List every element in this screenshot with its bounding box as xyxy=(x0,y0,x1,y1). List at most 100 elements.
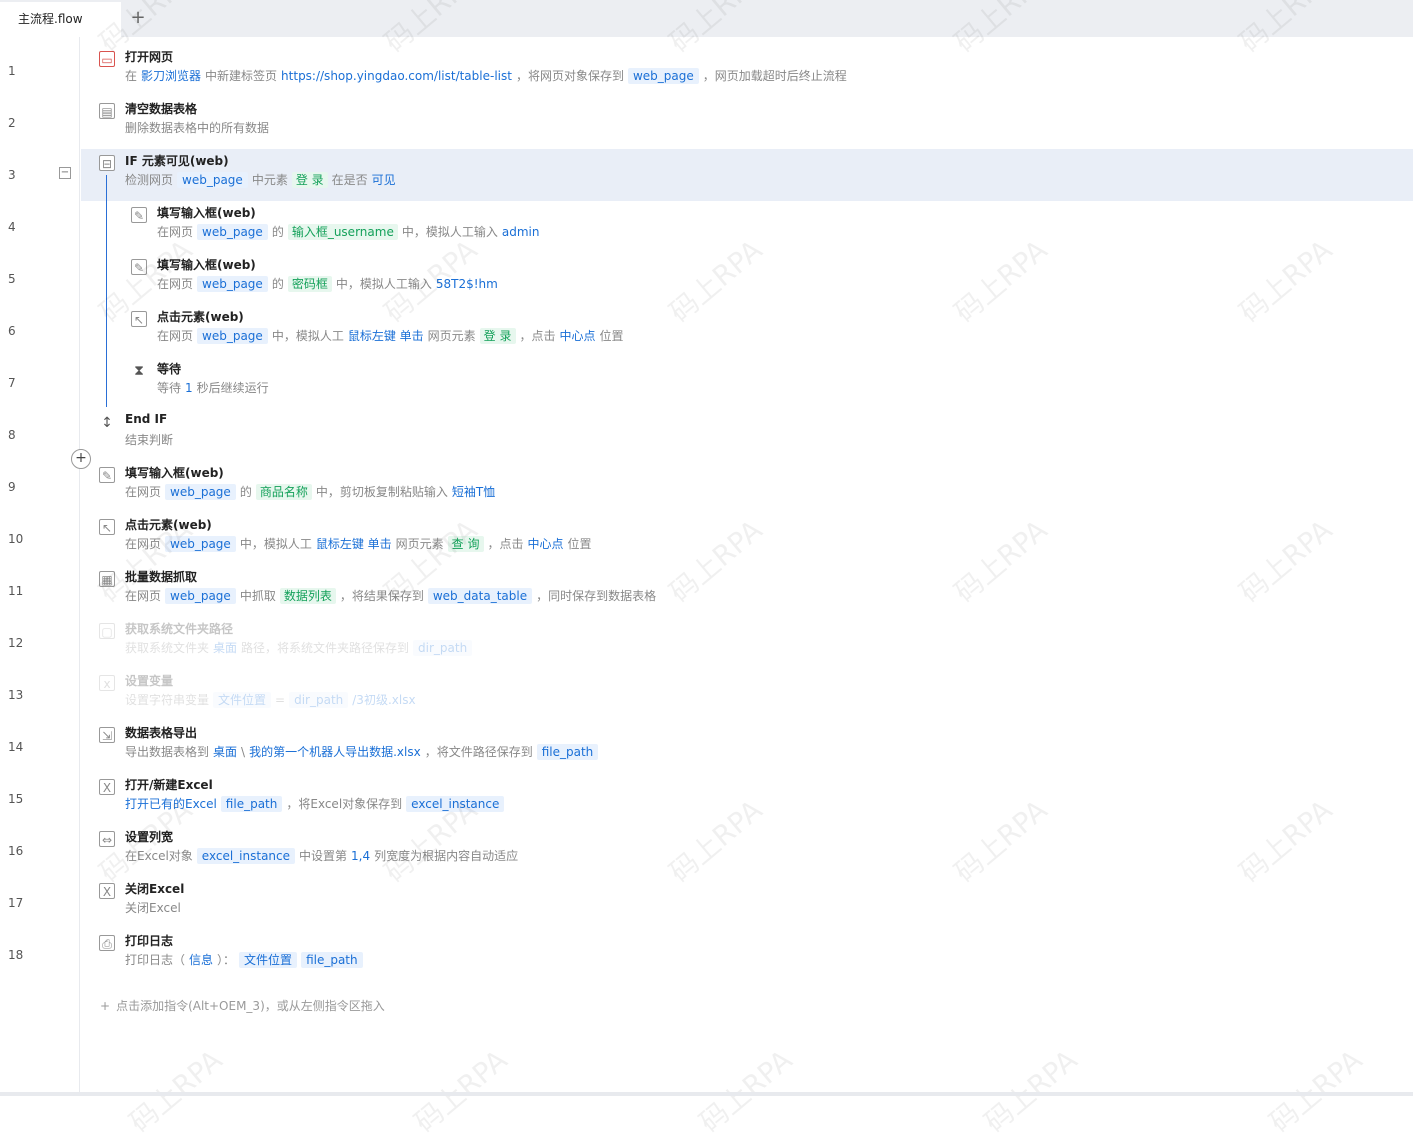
flow-step[interactable]: ✎ 填写输入框(web) 在网页 web_page 的密码框 中，模拟人工输入 58T2$!… xyxy=(81,253,1413,305)
variable-token[interactable]: web_page xyxy=(177,172,248,188)
variable-token[interactable]: web_page xyxy=(165,484,236,500)
flow-step[interactable]: ↕ End IF 结束判断 xyxy=(81,409,1413,461)
param-value[interactable]: 1,4 xyxy=(351,849,370,863)
flow-step[interactable]: ⇔ 设置列宽 在Excel对象 excel_instance 中设置第 1,4 列宽度为根据… xyxy=(81,825,1413,877)
flow-step[interactable]: ▭ 打开网页在影刀浏览器 中新建标签页 https://shop.yingdao.co… xyxy=(81,45,1413,97)
step-title: 填写输入框(web) xyxy=(125,466,224,480)
desc-text: 网页元素 xyxy=(427,329,476,343)
step-title: 等待 xyxy=(157,362,182,376)
flow-step[interactable]: ↖ 点击元素(web) 在网页 web_page 中，模拟人工 鼠标左键 单击 网页元素登 … xyxy=(81,305,1413,357)
param-value[interactable]: 信息 xyxy=(189,953,213,967)
step-description: 获取系统文件夹 桌面 路径，将系统文件夹路径保存到 dir_path xyxy=(125,638,476,658)
desc-text: 在网页 xyxy=(125,485,162,499)
param-value[interactable]: 打开已有的Excel xyxy=(125,797,217,811)
variable-token[interactable]: web_page xyxy=(165,536,236,552)
step-description: 打印日志（ 信息 ）： 文件位置 file_path xyxy=(125,950,367,970)
element-token[interactable]: 登 录 xyxy=(291,172,328,188)
variable-token[interactable]: web_page xyxy=(627,68,699,84)
desc-text: 中，模拟人工输入 xyxy=(335,277,432,291)
add-instruction-hint[interactable]: + 点击添加指令(Alt+OEM_3)，或从左侧指令区拖入 xyxy=(100,997,385,1014)
desc-text: 秒后继续运行 xyxy=(196,381,269,395)
line-number: 6 xyxy=(8,324,16,338)
flow-step[interactable]: ⎙ 打印日志 打印日志（ 信息 ）： 文件位置 file_path xyxy=(81,929,1413,981)
flow-step[interactable]: ▢ 获取系统文件夹路径 获取系统文件夹 桌面 路径，将系统文件夹路径保存到 dir_pat… xyxy=(81,617,1413,669)
tab-main-flow[interactable]: 主流程.flow xyxy=(0,2,121,37)
step-description: 在网页 web_page 中，模拟人工 鼠标左键 单击 网页元素登 录，点击 中心点 位置 xyxy=(157,326,628,346)
variable-token[interactable]: file_path xyxy=(536,744,599,760)
param-value[interactable]: 短袖T恤 xyxy=(452,485,495,499)
bottom-scrollbar-track[interactable] xyxy=(0,1092,1413,1096)
param-value[interactable]: https://shop.yingdao.com/list/table-list xyxy=(281,69,512,83)
param-value[interactable]: 桌面 xyxy=(213,745,237,759)
param-value[interactable]: 鼠标左键 单击 xyxy=(316,537,392,551)
variable-token[interactable]: dir_path xyxy=(289,692,349,708)
variable-token[interactable]: web_data_table xyxy=(427,588,533,604)
flow-step[interactable]: ⧗ 等待 等待 1 秒后继续运行 xyxy=(81,357,1413,409)
variable-token[interactable]: dir_path xyxy=(413,640,473,656)
flow-step[interactable]: x 设置变量 设置字符串变量 文件位置 = dir_path/3初级.xlsx xyxy=(81,669,1413,721)
param-value[interactable]: 桌面 xyxy=(213,641,237,655)
desc-text: 中，模拟人工 xyxy=(239,537,312,551)
step-description: 检测网页 web_page 中元素登 录在是否 可见 xyxy=(125,170,400,190)
variable-token[interactable]: file_path xyxy=(301,952,363,968)
param-value[interactable]: 可见 xyxy=(372,173,396,187)
variable-token[interactable]: file_path xyxy=(220,796,283,812)
param-value[interactable]: 中心点 xyxy=(560,329,596,343)
flow-step[interactable]: ↖ 点击元素(web) 在网页 web_page 中，模拟人工 鼠标左键 单击 网页元素查 … xyxy=(81,513,1413,565)
add-hint-plus-icon: + xyxy=(100,999,111,1013)
variable-token[interactable]: web_page xyxy=(197,224,268,240)
flow-step[interactable]: X 打开/新建Excel 打开已有的Excel file_path ，将Excel对象保… xyxy=(81,773,1413,825)
if-block-guide-line xyxy=(106,175,107,407)
line-number: 13 xyxy=(8,688,24,702)
flow-step[interactable]: ▦ 批量数据抓取 在网页 web_page 中抓取 数据列表 ，将结果保存到 web_data… xyxy=(81,565,1413,617)
step-description: 在网页 web_page 的商品名称 中，剪切板复制粘贴输入 短袖T恤 xyxy=(125,482,499,502)
flow-step[interactable]: ▤ 清空数据表格 删除数据表格中的所有数据 xyxy=(81,97,1413,149)
flow-step[interactable]: ✎ 填写输入框(web) 在网页 web_page 的输入框_username 中，模拟人… xyxy=(81,201,1413,253)
collapse-if-toggle[interactable]: − xyxy=(59,167,71,179)
param-value[interactable]: 我的第一个机器人导出数据.xlsx xyxy=(249,745,421,759)
variable-token[interactable]: 文件位置 xyxy=(239,952,298,968)
step-title: 点击元素(web) xyxy=(125,518,212,532)
variable-token[interactable]: web_page xyxy=(165,588,236,604)
variable-token[interactable]: web_page xyxy=(197,328,268,344)
step-title: 打开网页 xyxy=(125,50,174,64)
element-token[interactable]: 登 录 xyxy=(479,328,516,344)
line-number: 10 xyxy=(8,532,24,546)
watermark-text: 码上RPA xyxy=(693,1043,799,1140)
param-value[interactable]: admin xyxy=(502,225,540,239)
param-value[interactable]: 1 xyxy=(185,381,193,395)
element-token[interactable]: 数据列表 xyxy=(279,588,336,604)
param-value[interactable]: /3初级.xlsx xyxy=(352,693,415,707)
step-title: End IF xyxy=(125,412,168,426)
flow-step[interactable]: ✎ 填写输入框(web) 在网页 web_page 的商品名称 中，剪切板复制粘贴输入 短袖… xyxy=(81,461,1413,513)
flow-step[interactable]: ⇲ 数据表格导出 导出数据表格到 桌面 \ 我的第一个机器人导出数据.xlsx ，将文件路径… xyxy=(81,721,1413,773)
element-token[interactable]: 商品名称 xyxy=(255,484,312,500)
variable-token[interactable]: web_page xyxy=(197,276,268,292)
print-log-icon: ⎙ xyxy=(99,935,115,951)
step-description: 等待 1 秒后继续运行 xyxy=(157,378,273,398)
watermark-text: 码上RPA xyxy=(408,1043,514,1140)
variable-token[interactable]: 文件位置 xyxy=(213,692,272,708)
param-value[interactable]: 58T2$!hm xyxy=(436,277,498,291)
desc-text: ）： xyxy=(217,953,236,967)
element-token[interactable]: 查 询 xyxy=(447,536,484,552)
param-value[interactable]: 中心点 xyxy=(528,537,564,551)
table-clear-icon: ▤ xyxy=(99,103,115,119)
column-width-icon: ⇔ xyxy=(99,831,115,847)
click-element-icon: ↖ xyxy=(131,311,147,327)
step-description: 在网页 web_page 的密码框 中，模拟人工输入 58T2$!hm xyxy=(157,274,502,294)
desc-text: 在网页 xyxy=(125,589,162,603)
flow-step[interactable]: ⊟ IF 元素可见(web) 检测网页 web_page 中元素登 录在是否 可见 xyxy=(81,149,1413,201)
param-value[interactable]: 影刀浏览器 xyxy=(141,69,201,83)
variable-token[interactable]: excel_instance xyxy=(196,848,296,864)
line-number: 8 xyxy=(8,428,16,442)
line-number: 15 xyxy=(8,792,24,806)
element-token[interactable]: 密码框 xyxy=(287,276,332,292)
element-token[interactable]: 输入框_username xyxy=(287,224,398,240)
param-value[interactable]: 鼠标左键 单击 xyxy=(348,329,424,343)
add-tab-button[interactable]: + xyxy=(128,8,148,28)
variable-token[interactable]: excel_instance xyxy=(406,796,505,812)
input-fill-icon: ✎ xyxy=(131,207,147,223)
flow-step[interactable]: X 关闭Excel 关闭Excel xyxy=(81,877,1413,929)
folder-icon: ▢ xyxy=(99,623,115,639)
